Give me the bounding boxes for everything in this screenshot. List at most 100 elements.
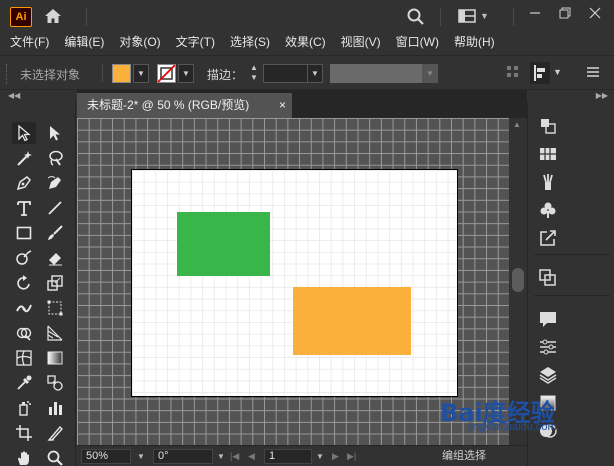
- stroke-weight-dropdown[interactable]: ▼: [307, 64, 323, 83]
- rotate-tool[interactable]: [12, 272, 36, 294]
- lasso-tool[interactable]: [43, 147, 67, 169]
- menu-type[interactable]: 文字(T): [166, 33, 220, 53]
- scrollbar-thumb[interactable]: [512, 268, 524, 292]
- artboard-tool[interactable]: [12, 422, 36, 444]
- panel-divider: [534, 254, 610, 255]
- width-tool[interactable]: [12, 297, 36, 319]
- align-icon[interactable]: [530, 62, 550, 84]
- menu-icon[interactable]: [586, 65, 600, 82]
- menu-view[interactable]: 视图(V): [331, 33, 386, 53]
- next-artboard-icon[interactable]: ▶: [332, 449, 339, 464]
- title-divider: [440, 8, 441, 26]
- layers-icon[interactable]: [538, 365, 558, 385]
- perspective-grid-tool[interactable]: [43, 322, 67, 344]
- shape-builder-tool[interactable]: [12, 322, 36, 344]
- document-tab-title: 未标题-2* @ 50 % (RGB/预览): [87, 98, 250, 112]
- symbols-icon[interactable]: [538, 200, 558, 220]
- free-transform-tool[interactable]: [43, 297, 67, 319]
- menu-object[interactable]: 对象(O): [109, 33, 165, 53]
- selection-tool[interactable]: [12, 122, 36, 144]
- chevron-down-icon[interactable]: ▼: [217, 449, 225, 464]
- rotation-field[interactable]: 0°: [153, 449, 213, 464]
- panel-divider: [534, 295, 610, 296]
- chevron-down-icon[interactable]: ▼: [316, 449, 324, 464]
- chevron-down-icon[interactable]: ▼: [480, 11, 489, 21]
- profile-dropdown[interactable]: ▼: [422, 64, 438, 83]
- collapse-toolbar-button[interactable]: ◀◀: [0, 90, 76, 102]
- close-button[interactable]: [583, 4, 607, 26]
- properties-icon[interactable]: [538, 337, 558, 357]
- document-tab-bar: 未标题-2* @ 50 % (RGB/预览) ×: [77, 90, 527, 118]
- title-bar: Ai ▼: [0, 0, 614, 33]
- control-bar: 未选择对象 ▼ ▼ 描边： ▲ ▼ ▼ ▼ ▼: [0, 55, 614, 90]
- type-tool[interactable]: [12, 197, 36, 219]
- workspace-switcher-icon[interactable]: [458, 9, 476, 26]
- chevron-down-icon[interactable]: ▼: [137, 449, 145, 464]
- tools-panel: [0, 102, 76, 466]
- minimize-button[interactable]: [523, 4, 547, 26]
- orange-rectangle[interactable]: [293, 287, 411, 355]
- slice-tool[interactable]: [43, 422, 67, 444]
- zoom-tool[interactable]: [43, 447, 67, 466]
- scale-tool[interactable]: [43, 272, 67, 294]
- title-divider: [86, 8, 87, 26]
- symbol-sprayer-tool[interactable]: [12, 397, 36, 419]
- menu-file[interactable]: 文件(F): [0, 33, 54, 53]
- zoom-level-field[interactable]: 50%: [81, 449, 131, 464]
- stroke-weight-spinner[interactable]: ▲ ▼: [248, 63, 260, 84]
- document-tab[interactable]: 未标题-2* @ 50 % (RGB/预览) ×: [77, 93, 292, 118]
- menu-window[interactable]: 窗口(W): [386, 33, 444, 53]
- scroll-up-icon[interactable]: ▲: [513, 120, 521, 129]
- menu-effect[interactable]: 效果(C): [275, 33, 331, 53]
- mesh-tool[interactable]: [12, 347, 36, 369]
- variable-width-profile[interactable]: [330, 64, 422, 83]
- artboard[interactable]: [131, 169, 458, 397]
- selection-status-label: 未选择对象: [20, 68, 81, 82]
- column-graph-tool[interactable]: [43, 397, 67, 419]
- paintbrush-tool[interactable]: [43, 222, 67, 244]
- menu-bar: 文件(F) 编辑(E) 对象(O) 文字(T) 选择(S) 效果(C) 视图(V…: [0, 33, 614, 53]
- restore-button[interactable]: [553, 4, 577, 26]
- chevron-down-icon[interactable]: ▼: [553, 67, 562, 77]
- home-icon[interactable]: [44, 8, 62, 27]
- pen-tool[interactable]: [12, 172, 36, 194]
- shaper-tool[interactable]: [12, 247, 36, 269]
- eraser-tool[interactable]: [43, 247, 67, 269]
- green-rectangle[interactable]: [177, 212, 270, 276]
- menu-select[interactable]: 选择(S): [220, 33, 275, 53]
- stroke-label: 描边：: [207, 68, 244, 82]
- arrange-documents-icon[interactable]: [506, 65, 520, 82]
- blend-tool[interactable]: [43, 372, 67, 394]
- gradient-tool[interactable]: [43, 347, 67, 369]
- fill-color-swatch[interactable]: [112, 64, 131, 83]
- hand-tool[interactable]: [12, 447, 36, 466]
- pathfinder-icon[interactable]: [538, 268, 558, 288]
- rectangle-tool[interactable]: [12, 222, 36, 244]
- collapse-panels-button[interactable]: ▶▶: [527, 90, 614, 102]
- magic-wand-tool[interactable]: [12, 147, 36, 169]
- menu-help[interactable]: 帮助(H): [444, 33, 500, 53]
- stroke-weight-input[interactable]: [263, 64, 308, 83]
- menu-edit[interactable]: 编辑(E): [54, 33, 109, 53]
- comments-icon[interactable]: [538, 309, 558, 329]
- swatches-icon[interactable]: [538, 144, 558, 164]
- transform-icon[interactable]: [538, 116, 558, 136]
- previous-artboard-icon[interactable]: ◀: [248, 449, 255, 464]
- last-artboard-icon[interactable]: ▶|: [347, 449, 356, 464]
- artboard-number-field[interactable]: 1: [264, 449, 312, 464]
- line-segment-tool[interactable]: [43, 197, 67, 219]
- brushes-icon[interactable]: [538, 172, 558, 192]
- fill-dropdown-button[interactable]: ▼: [133, 64, 149, 83]
- curvature-tool[interactable]: [43, 172, 67, 194]
- close-icon[interactable]: ×: [279, 93, 286, 118]
- stroke-color-swatch[interactable]: [157, 64, 176, 83]
- eyedropper-tool[interactable]: [12, 372, 36, 394]
- first-artboard-icon[interactable]: |◀: [230, 449, 239, 464]
- app-logo: Ai: [10, 7, 32, 27]
- panel-grip[interactable]: [6, 64, 9, 84]
- stroke-dropdown-button[interactable]: ▼: [178, 64, 194, 83]
- watermark-url: jingyan.baidu.com: [468, 421, 557, 433]
- export-icon[interactable]: [538, 228, 558, 248]
- search-icon[interactable]: [406, 7, 426, 30]
- direct-selection-tool[interactable]: [43, 122, 67, 144]
